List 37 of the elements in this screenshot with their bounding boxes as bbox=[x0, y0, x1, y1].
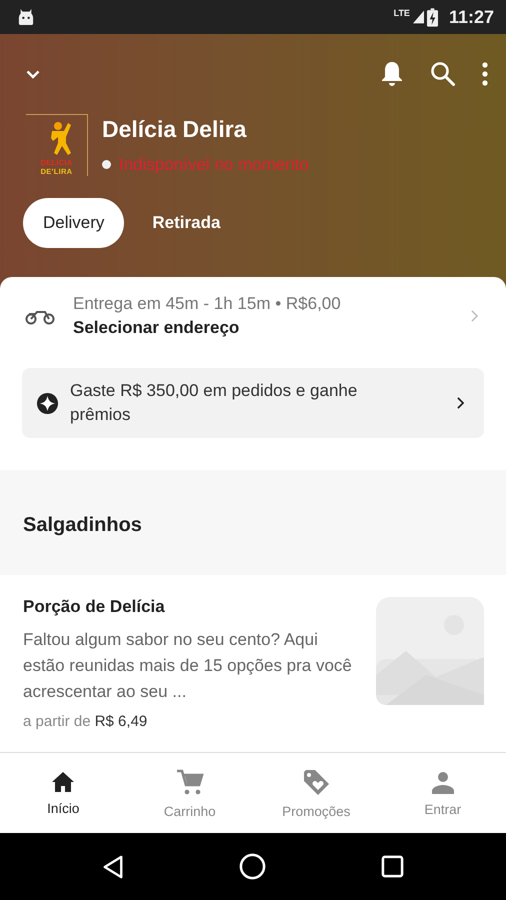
promo-text: Gaste R$ 350,00 em pedidos e ganhe prêmios bbox=[70, 380, 358, 426]
mode-tab[interactable]: Delivery bbox=[23, 198, 124, 248]
delivery-info: Entrega em 45m - 1h 15m • R$6,00 bbox=[73, 294, 342, 314]
nav-tab[interactable]: Entrar bbox=[380, 753, 506, 833]
delivery-address-row[interactable]: Entrega em 45m - 1h 15m • R$6,00 Selecionar endereço bbox=[0, 277, 506, 355]
chevron-right-icon bbox=[471, 310, 478, 322]
home-icon bbox=[51, 770, 76, 792]
clock: 11:27 bbox=[448, 6, 494, 28]
person-icon bbox=[430, 770, 455, 794]
sparkle-badge-icon bbox=[36, 392, 59, 414]
more-vertical-icon bbox=[482, 62, 488, 86]
tag-heart-icon bbox=[302, 768, 330, 796]
chevron-down-icon bbox=[26, 70, 40, 78]
promo-card[interactable]: Gaste R$ 350,00 em pedidos e ganhe prêmios bbox=[22, 368, 484, 438]
back-icon[interactable] bbox=[102, 854, 124, 880]
product-price: a partir de R$ 6,49 bbox=[23, 713, 148, 730]
cart-icon bbox=[176, 768, 204, 796]
recents-icon[interactable] bbox=[381, 855, 404, 878]
product-description: Faltou algum sabor no seu cento? Aqui estão reunidas mais de 15 opções pra você acrescentar ao seu ... bbox=[23, 629, 353, 703]
network-type: LTE bbox=[394, 8, 410, 18]
product-name: Porção de Delícia bbox=[23, 597, 166, 617]
store-status: Indisponível no momento bbox=[119, 154, 309, 174]
section-title: Salgadinhos bbox=[23, 514, 142, 536]
bell-icon bbox=[380, 60, 404, 88]
home-circle-icon[interactable] bbox=[239, 853, 266, 880]
mode-tab[interactable]: Retirada bbox=[132, 198, 240, 248]
chevron-right-icon bbox=[457, 397, 464, 409]
select-address-label: Selecionar endereço bbox=[73, 318, 240, 338]
battery-icon bbox=[426, 8, 438, 26]
product-card[interactable]: Porção de Delícia Faltou algum sabor no seu cento? Aqui estão reunidas mais de 15 opções pra você acrescentar ao seu ... a partir de R$ 6,49 bbox=[0, 575, 506, 730]
store-name: Delícia Delira bbox=[102, 116, 248, 142]
nav-tab[interactable]: Carrinho bbox=[126, 753, 253, 833]
nav-tab[interactable]: Promoções bbox=[253, 753, 380, 833]
nav-tab[interactable]: Início bbox=[0, 753, 126, 833]
search-icon bbox=[430, 61, 456, 87]
signal-icon bbox=[412, 10, 424, 24]
android-icon bbox=[17, 9, 35, 25]
